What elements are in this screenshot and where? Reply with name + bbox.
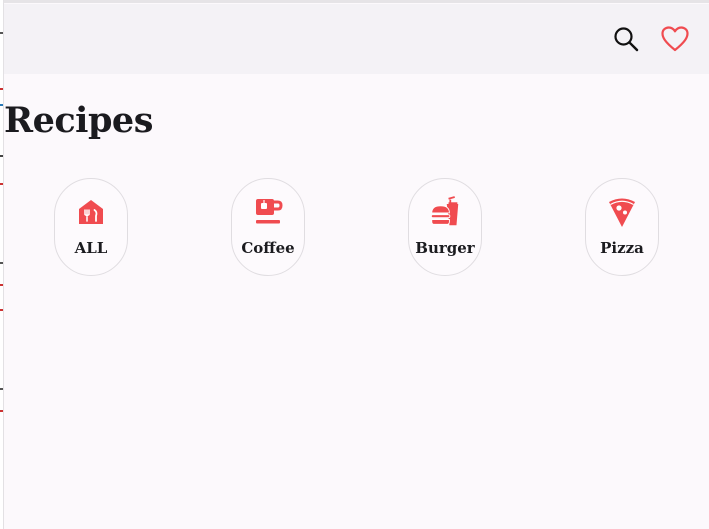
category-label: ALL [74,239,108,257]
coffee-cup-icon [253,196,283,228]
category-chip-all[interactable]: ALL [54,178,128,276]
favorites-button[interactable] [660,24,690,54]
search-button[interactable] [611,24,641,54]
edge-mark [0,388,3,390]
edge-mark [0,183,3,185]
edge-mark [0,284,3,286]
app-bar [3,4,709,74]
window-top-border [0,0,709,3]
category-label: Burger [415,239,475,257]
edge-mark [0,88,3,90]
category-chip-coffee[interactable]: Coffee [231,178,305,276]
edge-mark [0,104,3,106]
heart-outline-icon [661,26,689,52]
edge-mark [0,410,3,412]
edge-mark [0,32,3,34]
home-utensils-icon [76,196,106,228]
category-list: ALL Coffee Burger Pizza [0,178,709,278]
left-edge-strip [0,0,4,529]
category-chip-pizza[interactable]: Pizza [585,178,659,276]
edge-mark [0,262,3,264]
category-label: Pizza [600,239,644,257]
edge-mark [0,309,3,311]
pizza-slice-icon [607,196,637,228]
search-icon [612,25,640,53]
category-label: Coffee [241,239,295,257]
burger-drink-icon [430,196,460,228]
page-title: Recipes [4,100,153,141]
app-screen: Recipes ALL Coffee Burger Pizza [0,0,709,529]
edge-mark [0,155,3,157]
category-chip-burger[interactable]: Burger [408,178,482,276]
